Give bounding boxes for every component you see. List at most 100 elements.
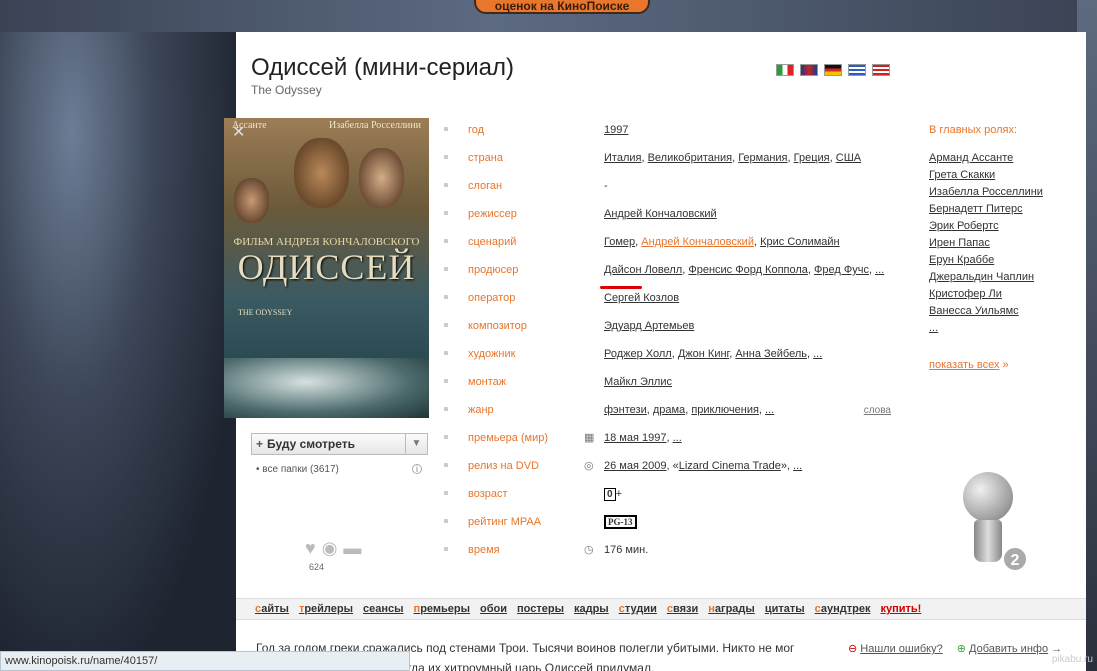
cast-item: ... — [929, 320, 1079, 337]
folders-label: все папки (3617) — [262, 464, 339, 475]
info-text: », — [780, 460, 794, 472]
comment-icon[interactable]: ▬ — [343, 538, 361, 559]
eye-icon[interactable]: ◉ — [322, 538, 338, 559]
tab-2[interactable]: сеансы — [358, 603, 409, 615]
info-row: художник Роджер Холл, Джон Кинг, Анна Зей… — [444, 340, 894, 368]
info-label: слоган — [468, 180, 503, 192]
info-link[interactable]: Андрей Кончаловский — [604, 208, 717, 220]
show-all-cast-link[interactable]: показать всех — [929, 359, 999, 371]
info-link[interactable]: Греция — [794, 152, 830, 164]
info-link[interactable]: Джон Кинг — [678, 348, 729, 360]
info-link[interactable]: Дайсон Ловелл — [604, 264, 682, 276]
info-link[interactable]: Сергей Козлов — [604, 292, 679, 304]
info-link[interactable]: Италия — [604, 152, 641, 164]
info-value: Андрей Кончаловский — [604, 208, 717, 220]
info-label: страна — [468, 152, 503, 164]
cast-link[interactable]: Изабелла Росселлини — [929, 186, 1043, 198]
chevron-down-icon[interactable]: ▼ — [405, 434, 427, 454]
poster-subtitle: THE ODYSSEY — [238, 308, 293, 317]
tab-1[interactable]: трейлеры — [294, 603, 358, 615]
info-link[interactable]: 26 мая 2009 — [604, 460, 666, 472]
tab-5[interactable]: постеры — [512, 603, 569, 615]
info-link[interactable]: ... — [793, 460, 802, 472]
info-label: жанр — [468, 404, 494, 416]
tab-11[interactable]: саундтрек — [810, 603, 876, 615]
tab-6[interactable]: кадры — [569, 603, 614, 615]
tab-4[interactable]: обои — [475, 603, 512, 615]
info-link[interactable]: 18 мая 1997 — [604, 432, 666, 444]
info-value: Эдуард Артемьев — [604, 320, 694, 332]
cast-link[interactable]: Ерун Краббе — [929, 254, 994, 266]
info-link[interactable]: Майкл Эллис — [604, 376, 672, 388]
description-actions: ⊖ Нашли ошибку? ⊕ Добавить инфо → — [848, 642, 1062, 655]
add-info-link[interactable]: ⊕ Добавить инфо → — [957, 642, 1062, 655]
tab-8[interactable]: связи — [662, 603, 703, 615]
info-value: 26 мая 2009, «Lizard Cinema Trade», ... — [604, 460, 802, 472]
movie-poster[interactable]: ✕ Ассанте Изабелла Росселлини ФИЛЬМ АНДР… — [224, 118, 429, 418]
tab-9[interactable]: награды — [703, 603, 760, 615]
info-link[interactable]: Анна Зейбель — [735, 348, 807, 360]
flag-usa-icon[interactable] — [872, 64, 890, 76]
heart-icon[interactable]: ♥ — [305, 538, 316, 559]
info-link[interactable]: Гомер — [604, 236, 635, 248]
tab-10[interactable]: цитаты — [760, 603, 810, 615]
keywords-link[interactable]: слова — [864, 405, 891, 416]
info-link[interactable]: 1997 — [604, 124, 628, 136]
info-link[interactable]: Крис Солимайн — [760, 236, 840, 248]
report-error-label: Нашли ошибку? — [860, 643, 943, 655]
flag-germany-icon[interactable] — [824, 64, 842, 76]
info-link[interactable]: Фред Фучс — [814, 264, 869, 276]
award-icon[interactable]: 2 — [958, 472, 1028, 582]
info-link[interactable]: Френсис Форд Коппола — [688, 264, 808, 276]
info-row: монтаж Майкл Эллис — [444, 368, 894, 396]
info-link[interactable]: ... — [875, 264, 884, 276]
folders-link[interactable]: • все папки (3617) — [256, 464, 339, 475]
cast-link[interactable]: Бернадетт Питерс — [929, 203, 1023, 215]
age-rating-badge: 0 — [604, 487, 616, 501]
info-link[interactable]: ... — [673, 432, 682, 444]
info-value: - — [604, 180, 608, 192]
cast-link[interactable]: Ванесса Уильямс — [929, 305, 1019, 317]
cast-link[interactable]: ... — [929, 322, 938, 334]
cast-link[interactable]: Грета Скакки — [929, 169, 995, 181]
cast-link[interactable]: Ирен Папас — [929, 237, 990, 249]
info-link[interactable]: ... — [765, 404, 774, 416]
info-link[interactable]: фэнтези — [604, 404, 647, 416]
info-label: продюсер — [468, 264, 519, 276]
tab-7[interactable]: студии — [614, 603, 662, 615]
info-link[interactable]: драма — [653, 404, 685, 416]
cast-link[interactable]: Кристофер Ли — [929, 288, 1002, 300]
info-row: рейтинг MPAA PG-13 — [444, 508, 894, 536]
info-link[interactable]: Lizard Cinema Trade — [679, 460, 781, 472]
tab-3[interactable]: премьеры — [409, 603, 475, 615]
tab-0[interactable]: сайты — [250, 603, 294, 615]
info-link[interactable]: Андрей Кончаловский — [641, 236, 754, 248]
flag-italy-icon[interactable] — [776, 64, 794, 76]
cast-link[interactable]: Джеральдин Чаплин — [929, 271, 1034, 283]
info-link[interactable]: Эдуард Артемьев — [604, 320, 694, 332]
info-row: возраст 0 + — [444, 480, 894, 508]
calendar-icon: ▦ — [584, 432, 595, 444]
info-link[interactable]: Великобритания — [648, 152, 732, 164]
info-link[interactable]: США — [836, 152, 861, 164]
tab-label: цитаты — [764, 603, 805, 615]
bullet — [444, 463, 448, 467]
cast-link[interactable]: Эрик Робертс — [929, 220, 999, 232]
flag-greece-icon[interactable] — [848, 64, 866, 76]
top-banner[interactable]: оценок на КиноПоиске — [474, 0, 650, 14]
tab-12[interactable]: купить! — [875, 603, 926, 615]
info-row: композитор Эдуард Артемьев — [444, 312, 894, 340]
info-value: 176 мин. — [604, 544, 648, 556]
info-icon[interactable]: i — [412, 464, 422, 474]
cast-item: Арманд Ассанте — [929, 150, 1079, 167]
show-all-cast[interactable]: показать всех » — [929, 359, 1079, 371]
info-link[interactable]: Роджер Холл — [604, 348, 672, 360]
cast-link[interactable]: Арманд Ассанте — [929, 152, 1013, 164]
flag-uk-icon[interactable] — [800, 64, 818, 76]
report-error-link[interactable]: ⊖ Нашли ошибку? — [848, 642, 943, 655]
will-watch-button[interactable]: + Буду смотреть ▼ — [251, 433, 428, 455]
info-link[interactable]: Германия — [738, 152, 787, 164]
info-link[interactable]: приключения — [691, 404, 759, 416]
info-row: время ◷ 176 мин. — [444, 536, 894, 564]
info-link[interactable]: ... — [813, 348, 822, 360]
